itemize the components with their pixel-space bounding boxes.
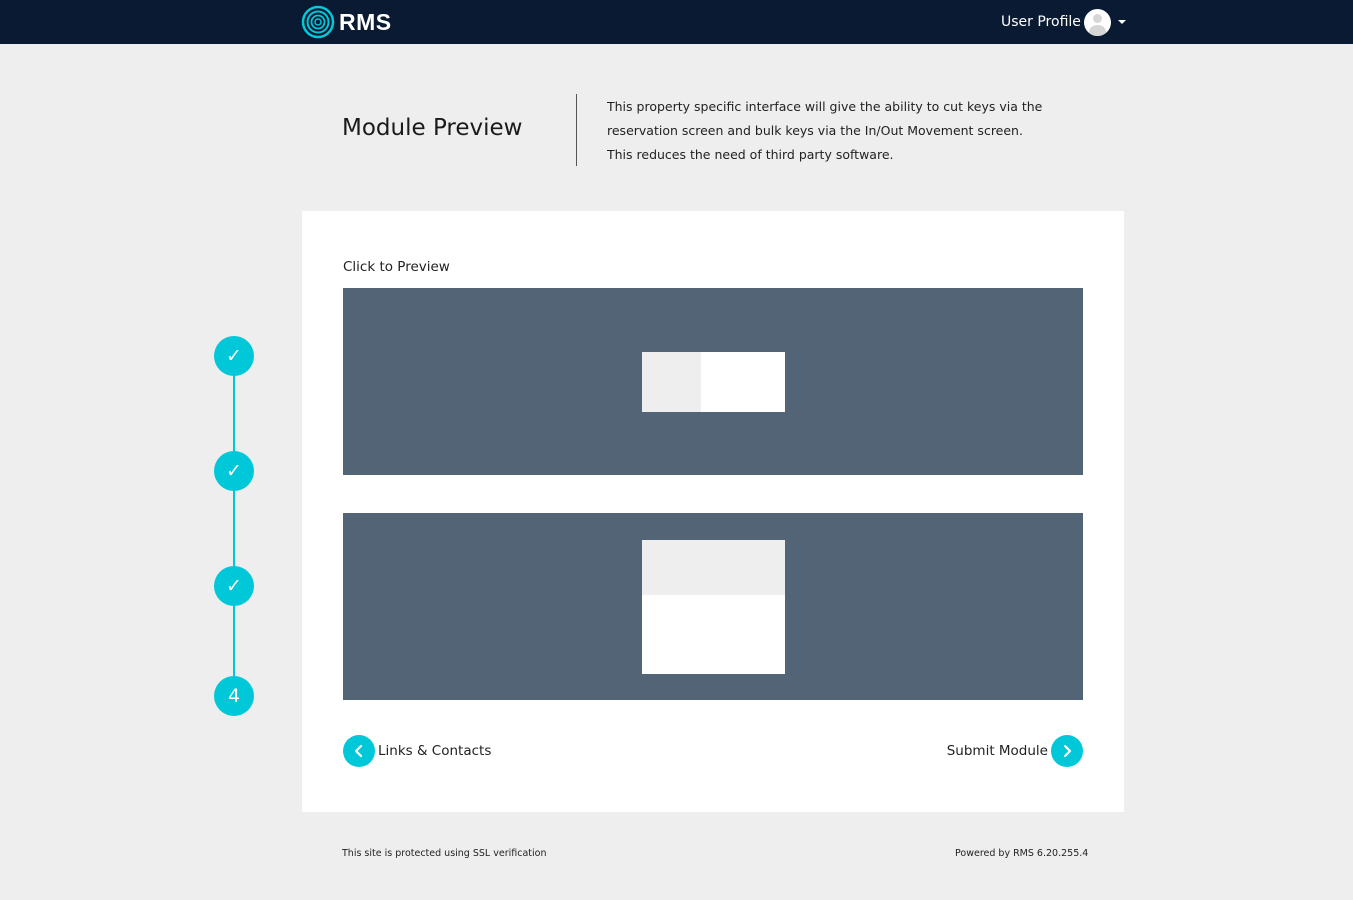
chevron-left-icon <box>343 735 375 767</box>
header-divider <box>576 94 577 166</box>
click-to-preview-label: Click to Preview <box>343 259 450 275</box>
ssl-notice: This site is protected using SSL verific… <box>342 848 547 859</box>
step-2-complete[interactable]: ✓ <box>214 451 254 491</box>
step-4-current[interactable]: 4 <box>214 676 254 716</box>
back-button-label: Links & Contacts <box>378 743 492 759</box>
checkmark-icon: ✓ <box>226 575 242 597</box>
checkmark-icon: ✓ <box>226 345 242 367</box>
rms-logo-icon <box>301 5 335 39</box>
preview-thumbnail <box>642 540 785 674</box>
powered-by: Powered by RMS 6.20.255.4 <box>955 848 1089 859</box>
user-profile-menu[interactable]: User Profile <box>1001 6 1126 38</box>
page-title: Module Preview <box>342 115 523 141</box>
user-profile-label: User Profile <box>1001 14 1081 30</box>
preview-image-movement[interactable] <box>343 513 1083 700</box>
chevron-right-icon <box>1051 735 1083 767</box>
checkmark-icon: ✓ <box>226 460 242 482</box>
step-1-complete[interactable]: ✓ <box>214 336 254 376</box>
step-number: 4 <box>227 685 241 707</box>
preview-card: Click to Preview Links & Contacts Submit… <box>302 211 1124 812</box>
stepper-line <box>233 374 235 679</box>
submit-module-button[interactable]: Submit Module <box>947 735 1083 767</box>
submit-button-label: Submit Module <box>946 743 1048 759</box>
avatar <box>1083 8 1111 36</box>
back-button[interactable]: Links & Contacts <box>343 735 491 767</box>
rms-logo[interactable]: RMS <box>301 4 392 40</box>
logo-text: RMS <box>339 8 392 35</box>
preview-thumbnail <box>642 352 785 412</box>
preview-image-reservation[interactable] <box>343 288 1083 475</box>
step-3-complete[interactable]: ✓ <box>214 566 254 606</box>
caret-down-icon <box>1117 20 1126 24</box>
top-navigation-bar: RMS User Profile <box>0 0 1353 44</box>
module-description: This property specific interface will gi… <box>607 99 1043 162</box>
